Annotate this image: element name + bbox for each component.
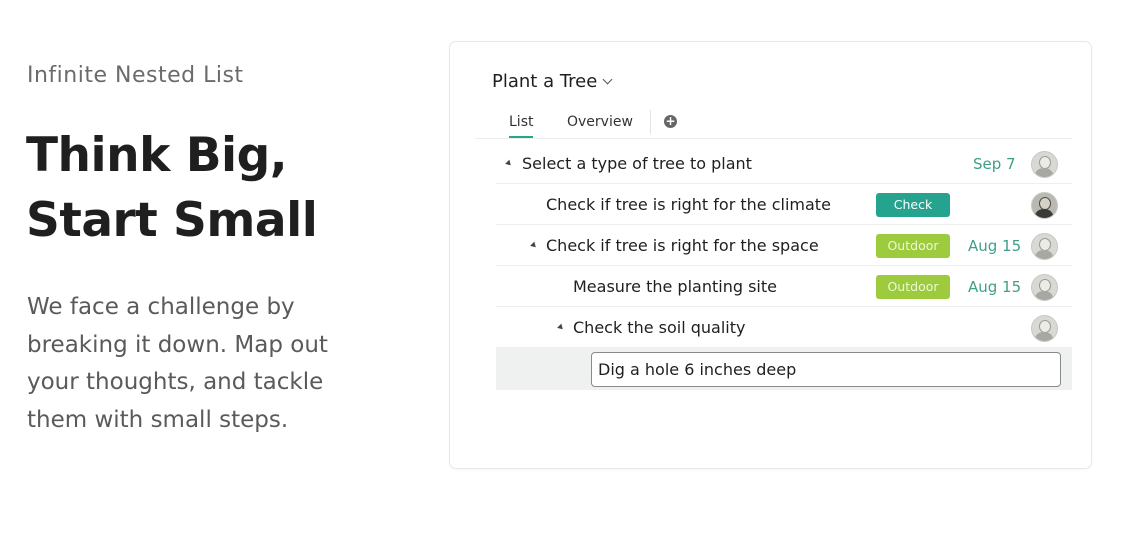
list-item[interactable]: Measure the planting site Outdoor Aug 15 bbox=[496, 266, 1072, 307]
project-title-dropdown[interactable]: Plant a Tree bbox=[492, 71, 613, 92]
new-task-input[interactable] bbox=[591, 352, 1061, 387]
editing-row bbox=[496, 348, 1072, 390]
tag-badge[interactable]: Outdoor bbox=[876, 275, 950, 299]
list-item[interactable]: Check the soil quality bbox=[496, 307, 1072, 348]
task-list: Select a type of tree to plant Sep 7 Che… bbox=[496, 143, 1072, 390]
tag-badge[interactable]: Outdoor bbox=[876, 234, 950, 258]
task-text[interactable]: Select a type of tree to plant bbox=[522, 154, 752, 173]
collapse-triangle-icon[interactable] bbox=[530, 241, 538, 250]
avatar[interactable] bbox=[1031, 233, 1058, 260]
headline-line-1: Think Big, bbox=[26, 128, 288, 183]
task-text[interactable]: Check the soil quality bbox=[573, 318, 745, 337]
list-item[interactable]: Check if tree is right for the space Out… bbox=[496, 225, 1072, 266]
plus-circle-icon[interactable]: + bbox=[664, 115, 677, 128]
hero-body: We face a challenge by breaking it down.… bbox=[27, 294, 328, 433]
hero-headline: Think Big, Start Small bbox=[26, 123, 318, 253]
chevron-down-icon bbox=[602, 74, 613, 84]
tag-badge[interactable]: Check bbox=[876, 193, 950, 217]
list-item[interactable]: Select a type of tree to plant Sep 7 bbox=[496, 143, 1072, 184]
hero-eyebrow: Infinite Nested List bbox=[27, 63, 244, 88]
task-text[interactable]: Check if tree is right for the space bbox=[546, 236, 819, 255]
task-text[interactable]: Measure the planting site bbox=[573, 277, 777, 296]
project-title: Plant a Tree bbox=[492, 71, 598, 92]
view-tabs: List Overview + bbox=[475, 104, 1072, 139]
avatar[interactable] bbox=[1031, 274, 1058, 301]
avatar[interactable] bbox=[1031, 151, 1058, 178]
tab-divider bbox=[650, 110, 651, 134]
collapse-triangle-icon[interactable] bbox=[557, 323, 565, 332]
avatar[interactable] bbox=[1031, 192, 1058, 219]
avatar[interactable] bbox=[1031, 315, 1058, 342]
list-item[interactable]: Check if tree is right for the climate C… bbox=[496, 184, 1072, 225]
due-date[interactable]: Aug 15 bbox=[968, 278, 1021, 296]
collapse-triangle-icon[interactable] bbox=[505, 159, 513, 168]
due-date[interactable]: Aug 15 bbox=[968, 237, 1021, 255]
tab-overview[interactable]: Overview bbox=[567, 114, 633, 130]
due-date[interactable]: Sep 7 bbox=[973, 155, 1016, 173]
headline-line-2: Start Small bbox=[26, 193, 318, 248]
task-text[interactable]: Check if tree is right for the climate bbox=[546, 195, 831, 214]
tab-list[interactable]: List bbox=[509, 114, 534, 138]
project-card: Plant a Tree List Overview + Select a ty… bbox=[449, 41, 1092, 469]
